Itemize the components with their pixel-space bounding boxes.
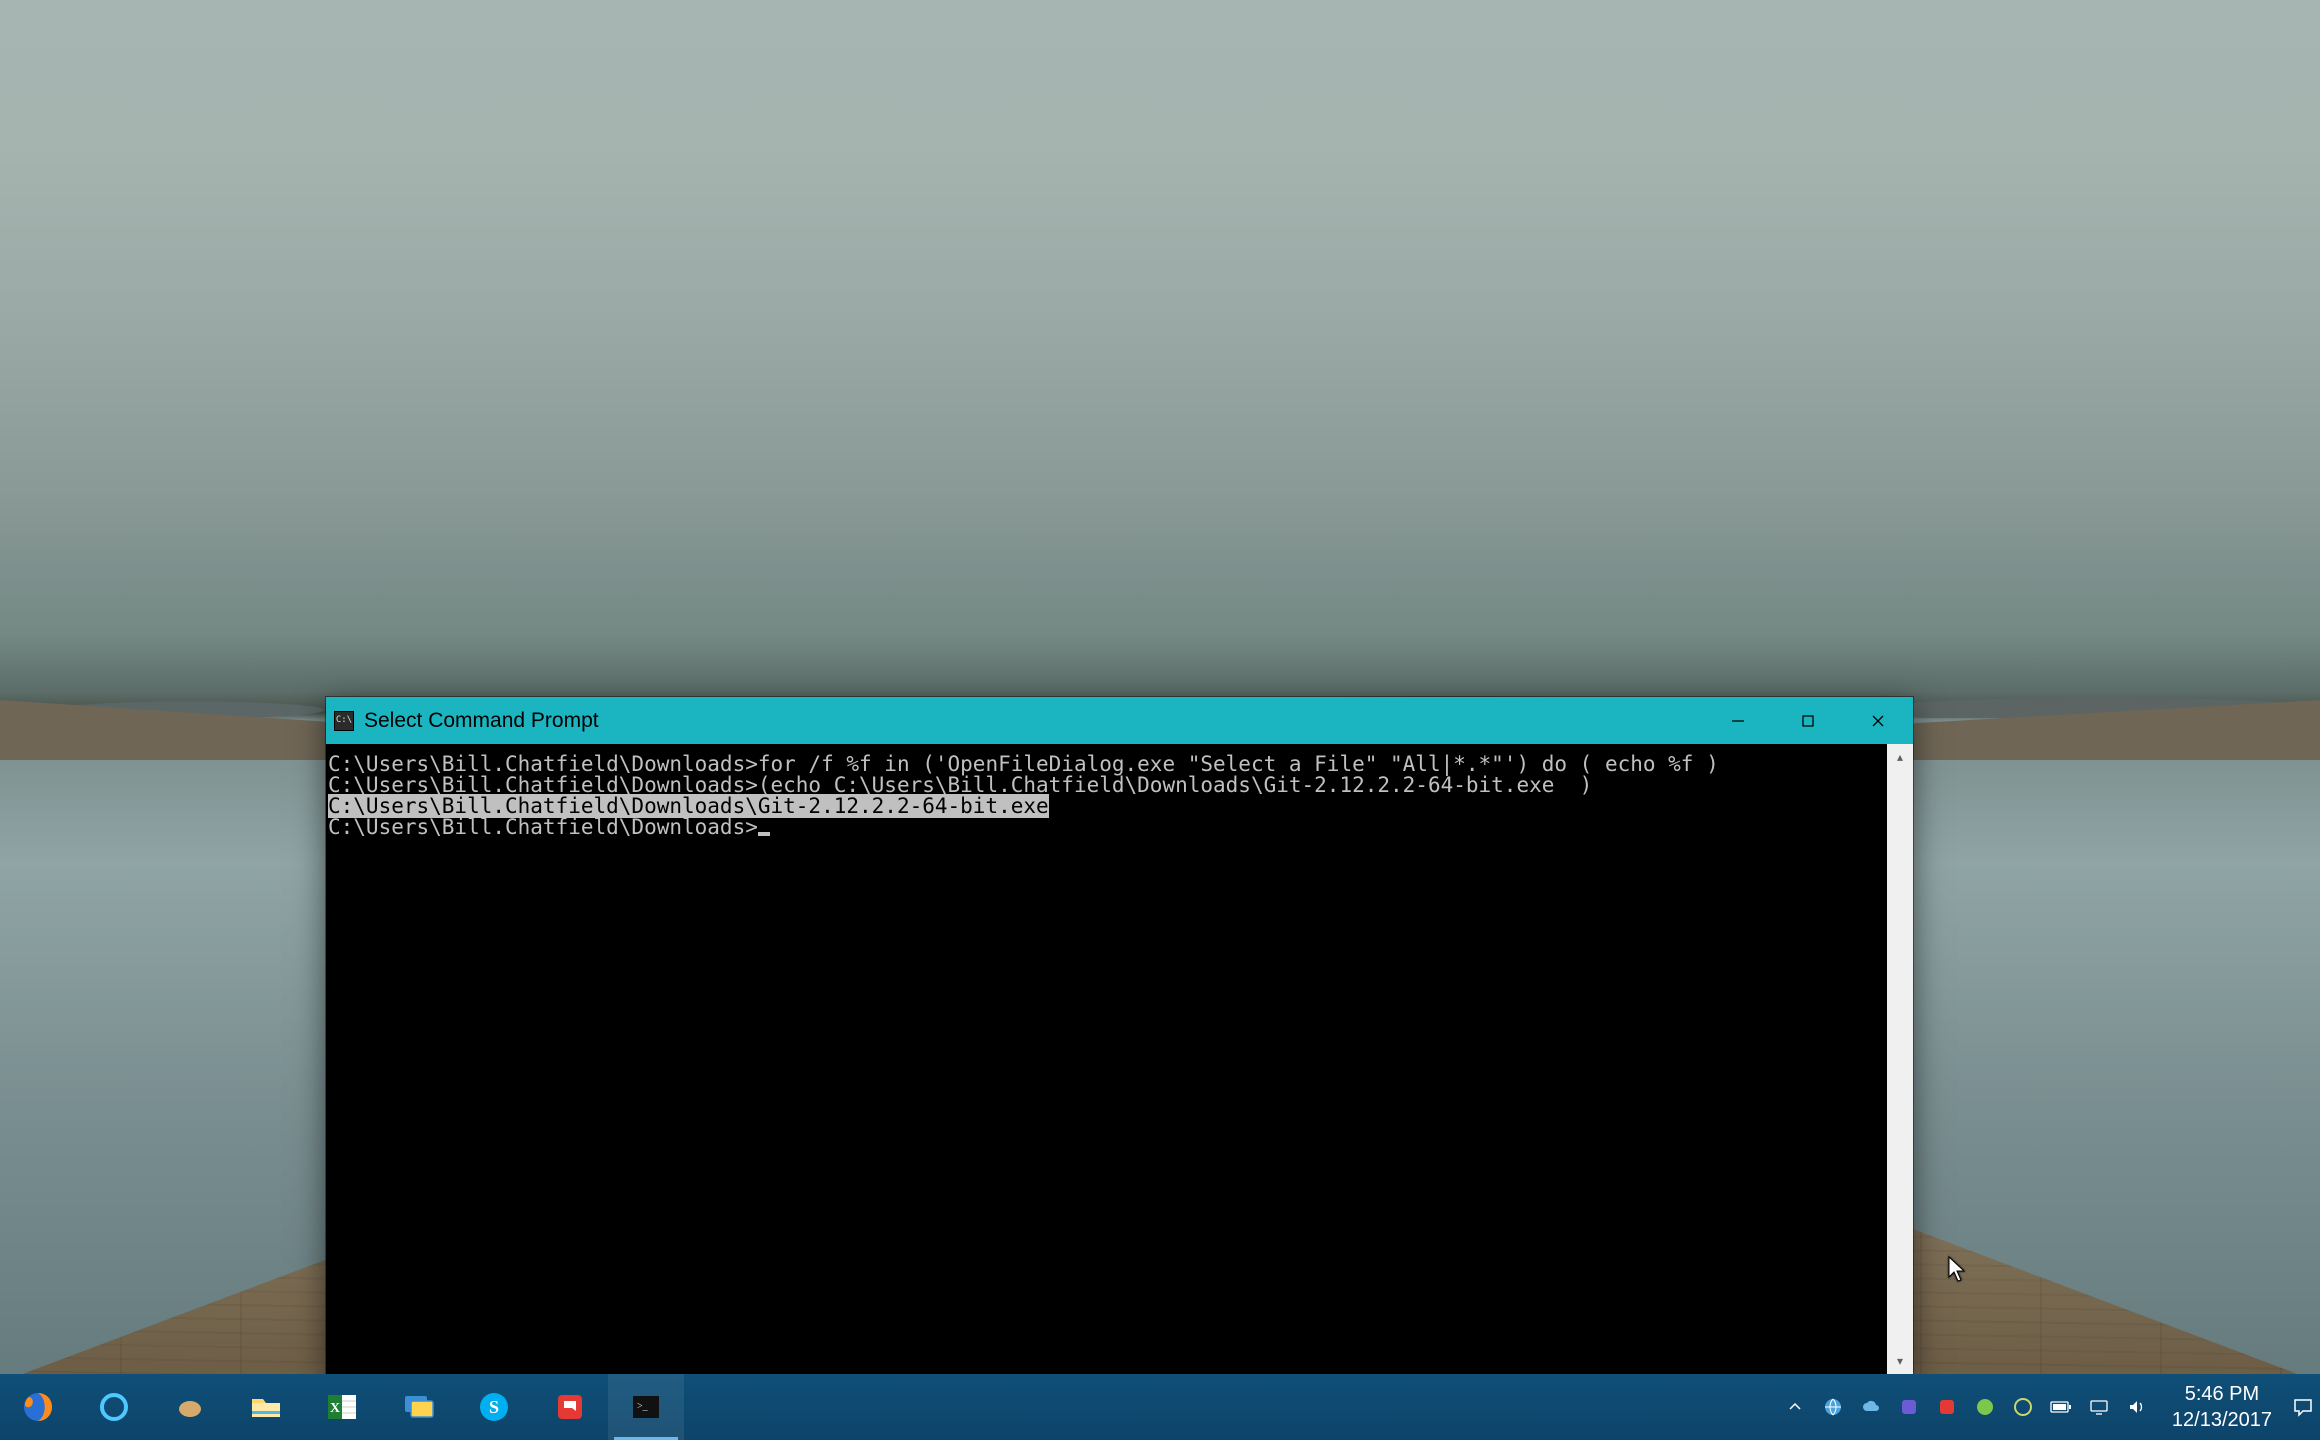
display-icon bbox=[2089, 1397, 2109, 1417]
clock-date: 12/13/2017 bbox=[2172, 1407, 2272, 1433]
battery-icon bbox=[2050, 1400, 2072, 1414]
clock-time: 5:46 PM bbox=[2172, 1381, 2272, 1407]
taskbar-app-cortana[interactable] bbox=[76, 1374, 152, 1440]
tray-icon-display[interactable] bbox=[2082, 1374, 2116, 1440]
system-tray[interactable] bbox=[1774, 1374, 2158, 1440]
maximize-button[interactable] bbox=[1773, 697, 1843, 744]
command-prompt-icon: >_ bbox=[628, 1389, 664, 1425]
app1-icon bbox=[1899, 1397, 1919, 1417]
minimize-icon bbox=[1730, 713, 1746, 729]
tray-icon-cloud[interactable] bbox=[1854, 1374, 1888, 1440]
tray-icon-skype[interactable] bbox=[1968, 1374, 2002, 1440]
file-explorer-icon bbox=[248, 1389, 284, 1425]
close-button[interactable] bbox=[1843, 697, 1913, 744]
notification-app-icon bbox=[552, 1389, 588, 1425]
remote-desktop-icon bbox=[400, 1389, 436, 1425]
close-icon bbox=[1870, 713, 1886, 729]
terminal-line: C:\Users\Bill.Chatfield\Downloads>(echo … bbox=[328, 775, 1885, 796]
window-title: Select Command Prompt bbox=[364, 709, 1703, 733]
minimize-button[interactable] bbox=[1703, 697, 1773, 744]
cursor bbox=[758, 832, 770, 836]
globe-icon bbox=[1823, 1397, 1843, 1417]
action-center-button[interactable] bbox=[2286, 1374, 2320, 1440]
taskbar-app-skype[interactable]: S bbox=[456, 1374, 532, 1440]
action-center-icon bbox=[2292, 1396, 2314, 1418]
app2-icon bbox=[1937, 1397, 1957, 1417]
app-icon bbox=[172, 1389, 208, 1425]
excel-icon: X bbox=[324, 1389, 360, 1425]
taskbar-app-notifications[interactable] bbox=[532, 1374, 608, 1440]
cmd-app-icon: C:\ bbox=[334, 711, 354, 731]
taskbar-app-command-prompt[interactable]: >_ bbox=[608, 1374, 684, 1440]
maximize-icon bbox=[1800, 713, 1816, 729]
scroll-up-button[interactable]: ▴ bbox=[1887, 744, 1913, 770]
svg-text:S: S bbox=[489, 1397, 499, 1417]
taskbar-app-excel[interactable]: X bbox=[304, 1374, 380, 1440]
taskbar-app-remote-desktop[interactable] bbox=[380, 1374, 456, 1440]
firefox-icon bbox=[20, 1389, 56, 1425]
tray-icon-globe[interactable] bbox=[1816, 1374, 1850, 1440]
chevron-up-icon bbox=[1787, 1399, 1803, 1415]
taskbar-app-file-explorer[interactable] bbox=[228, 1374, 304, 1440]
terminal-line: C:\Users\Bill.Chatfield\Downloads>for /f… bbox=[328, 754, 1885, 775]
svg-text:>_: >_ bbox=[637, 1401, 649, 1412]
taskbar-clock[interactable]: 5:46 PM 12/13/2017 bbox=[2158, 1374, 2286, 1440]
tray-icon-app1[interactable] bbox=[1892, 1374, 1926, 1440]
tray-icon-app3[interactable] bbox=[2006, 1374, 2040, 1440]
taskbar-app-generic[interactable] bbox=[152, 1374, 228, 1440]
vertical-scrollbar[interactable]: ▴ ▾ bbox=[1887, 744, 1913, 1374]
command-prompt-window[interactable]: C:\ Select Command Prompt C:\Users\Bill.… bbox=[326, 697, 1913, 1374]
volume-icon bbox=[2127, 1397, 2147, 1417]
cortana-icon bbox=[96, 1389, 132, 1425]
titlebar[interactable]: C:\ Select Command Prompt bbox=[326, 697, 1913, 744]
terminal-prompt-line: C:\Users\Bill.Chatfield\Downloads> bbox=[328, 817, 1885, 838]
terminal-prompt: C:\Users\Bill.Chatfield\Downloads> bbox=[328, 815, 758, 839]
terminal-output[interactable]: C:\Users\Bill.Chatfield\Downloads>for /f… bbox=[326, 744, 1887, 1374]
taskbar-spacer bbox=[684, 1374, 1774, 1440]
terminal-line-selected: C:\Users\Bill.Chatfield\Downloads\Git-2.… bbox=[328, 796, 1885, 817]
window-controls bbox=[1703, 697, 1913, 744]
scroll-track[interactable] bbox=[1887, 770, 1913, 1348]
taskbar-app-firefox[interactable] bbox=[0, 1374, 76, 1440]
skype-small-icon bbox=[1975, 1397, 1995, 1417]
taskbar[interactable]: X S >_ bbox=[0, 1374, 2320, 1440]
scroll-down-button[interactable]: ▾ bbox=[1887, 1348, 1913, 1374]
cloud-icon bbox=[1861, 1397, 1881, 1417]
tray-icon-volume[interactable] bbox=[2120, 1374, 2154, 1440]
tray-overflow-chevron[interactable] bbox=[1778, 1374, 1812, 1440]
app3-icon bbox=[2013, 1397, 2033, 1417]
skype-icon: S bbox=[476, 1389, 512, 1425]
tray-icon-battery[interactable] bbox=[2044, 1374, 2078, 1440]
tray-icon-app2[interactable] bbox=[1930, 1374, 1964, 1440]
svg-text:X: X bbox=[330, 1401, 340, 1416]
